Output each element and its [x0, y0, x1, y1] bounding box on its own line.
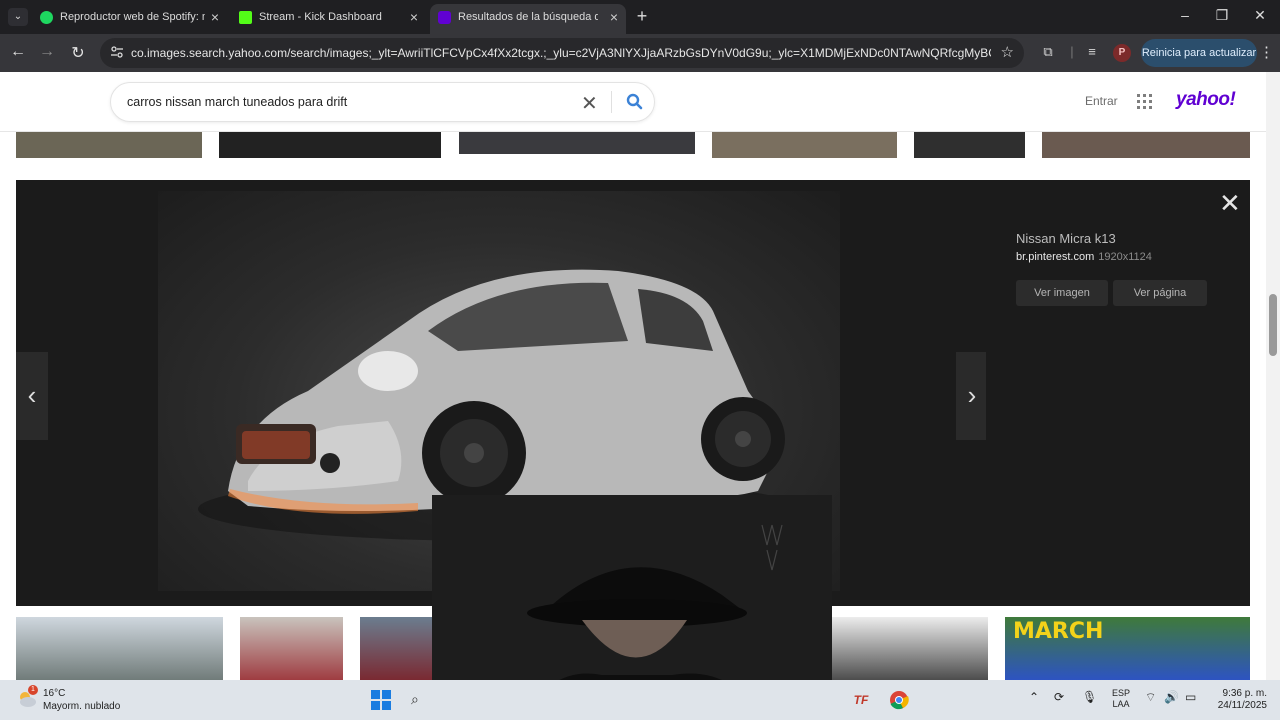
menu-icon[interactable]: ⋮	[1259, 43, 1274, 61]
yahoo-header: carros nissan march tuneados para drift …	[0, 72, 1266, 132]
image-title: Nissan Micra k13	[1016, 231, 1116, 246]
yahoo-icon	[438, 11, 451, 24]
system-clock[interactable]: 9:36 p. m. 24/11/2025	[1217, 688, 1267, 712]
tab-kick[interactable]: Stream - Kick Dashboard ×	[231, 4, 426, 32]
microphone-icon[interactable]: 🎙	[1082, 690, 1097, 704]
apps-grid-icon[interactable]	[1137, 94, 1153, 110]
restore-icon[interactable]: ❐	[1212, 7, 1232, 24]
chrome-icon[interactable]	[888, 689, 910, 711]
url-text: co.images.search.yahoo.com/search/images…	[131, 46, 991, 60]
new-tab-button[interactable]: +	[632, 6, 652, 27]
tab-spotify[interactable]: Reproductor web de Spotify: m ×	[32, 4, 227, 32]
language-code: ESP	[1112, 688, 1131, 698]
close-tab-icon[interactable]: ×	[610, 4, 618, 30]
tray-overflow-icon[interactable]: ⌃	[1029, 690, 1039, 704]
media-control-icon[interactable]: ≡	[1083, 44, 1101, 59]
scrollbar-thumb[interactable]	[1269, 294, 1277, 356]
taskbar: 1 16°C Mayorm. nublado ⌕ TF ⌃ ⟳ 🎙 ESP LA…	[0, 680, 1280, 720]
tab-title: Reproductor web de Spotify: m	[60, 11, 205, 23]
reload-icon[interactable]: ↻	[68, 43, 88, 63]
taskbar-search-icon[interactable]: ⌕	[411, 691, 419, 708]
thumbnail-label: MARCH	[1013, 619, 1104, 644]
site-settings-icon[interactable]	[110, 45, 124, 59]
search-box[interactable]: carros nissan march tuneados para drift …	[110, 82, 655, 122]
next-image-button[interactable]: ›	[956, 352, 988, 440]
kick-icon	[239, 11, 252, 24]
signin-link[interactable]: Entrar	[1085, 94, 1118, 108]
yahoo-logo[interactable]: yahoo!	[1176, 89, 1236, 111]
image-thumbnail[interactable]	[914, 132, 1025, 158]
bookmark-star-icon[interactable]: ☆	[1001, 43, 1014, 61]
tab-yahoo-search[interactable]: Resultados de la búsqueda de i ×	[430, 4, 626, 34]
volume-icon[interactable]: 🔊	[1164, 690, 1179, 704]
update-button[interactable]: Reinicia para actualizar	[1141, 39, 1257, 67]
address-bar[interactable]: co.images.search.yahoo.com/search/images…	[100, 38, 1024, 68]
search-input[interactable]: carros nissan march tuneados para drift	[127, 95, 347, 109]
image-source: br.pinterest.com 1920x1124	[1016, 251, 1152, 263]
back-icon[interactable]: ←	[8, 43, 28, 61]
close-viewer-icon[interactable]: ✕	[1219, 188, 1241, 219]
toolbar-divider: |	[1070, 44, 1074, 59]
wifi-icon[interactable]: ⌔	[1145, 690, 1156, 705]
app-tf-icon[interactable]: TF	[850, 689, 872, 711]
windows-start-icon[interactable]	[371, 690, 391, 710]
close-tab-icon[interactable]: ×	[211, 4, 219, 30]
weather-description[interactable]: Mayorm. nublado	[43, 701, 120, 712]
view-page-button[interactable]: Ver página	[1113, 280, 1207, 306]
clock-date: 24/11/2025	[1217, 700, 1267, 711]
image-thumbnail[interactable]: MARCH	[1005, 617, 1250, 681]
image-thumbnail[interactable]	[16, 617, 223, 681]
search-icon[interactable]	[625, 92, 645, 112]
image-thumbnail[interactable]	[240, 617, 343, 681]
image-thumbnail[interactable]	[219, 132, 441, 158]
tab-title: Resultados de la búsqueda de i	[458, 11, 598, 23]
spotify-icon	[40, 11, 53, 24]
view-image-button[interactable]: Ver imagen	[1016, 280, 1108, 306]
source-domain[interactable]: br.pinterest.com	[1016, 251, 1094, 263]
image-thumbnail[interactable]	[1042, 132, 1250, 158]
tab-strip: ⌄ Reproductor web de Spotify: m × Stream…	[0, 0, 1280, 34]
tab-search-button[interactable]: ⌄	[8, 8, 28, 26]
image-thumbnail[interactable]	[712, 132, 897, 158]
close-window-icon[interactable]: ✕	[1250, 7, 1270, 24]
profile-avatar[interactable]: P	[1113, 44, 1131, 62]
image-thumbnail-selected[interactable]	[459, 132, 695, 158]
forward-icon[interactable]: →	[37, 43, 57, 61]
tab-title: Stream - Kick Dashboard	[259, 11, 382, 23]
weather-badge: 1	[28, 685, 38, 695]
language-indicator[interactable]: ESP LAA	[1112, 688, 1130, 710]
clear-search-icon[interactable]: ✕	[581, 91, 598, 116]
image-thumbnail[interactable]	[360, 617, 432, 681]
prev-image-button[interactable]: ‹	[16, 352, 48, 440]
weather-temperature[interactable]: 16°C	[43, 688, 65, 699]
browser-toolbar: ← → ↻ co.images.search.yahoo.com/search/…	[0, 34, 1280, 72]
page-scrollbar[interactable]	[1266, 72, 1280, 682]
close-tab-icon[interactable]: ×	[410, 4, 418, 30]
image-info-panel: Nissan Micra k13 br.pinterest.com 1920x11…	[986, 180, 1250, 606]
language-layout: LAA	[1112, 699, 1130, 709]
clock-time: 9:36 p. m.	[1222, 688, 1267, 699]
search-divider	[611, 91, 612, 113]
minimize-icon[interactable]: –	[1175, 7, 1195, 23]
sync-icon[interactable]: ⟳	[1054, 690, 1064, 704]
image-thumbnail[interactable]	[832, 617, 988, 681]
extensions-icon[interactable]: ⧉	[1039, 44, 1057, 60]
image-dimensions: 1920x1124	[1098, 251, 1152, 263]
image-thumbnail[interactable]	[16, 132, 202, 158]
battery-icon[interactable]: ▭	[1185, 690, 1196, 704]
